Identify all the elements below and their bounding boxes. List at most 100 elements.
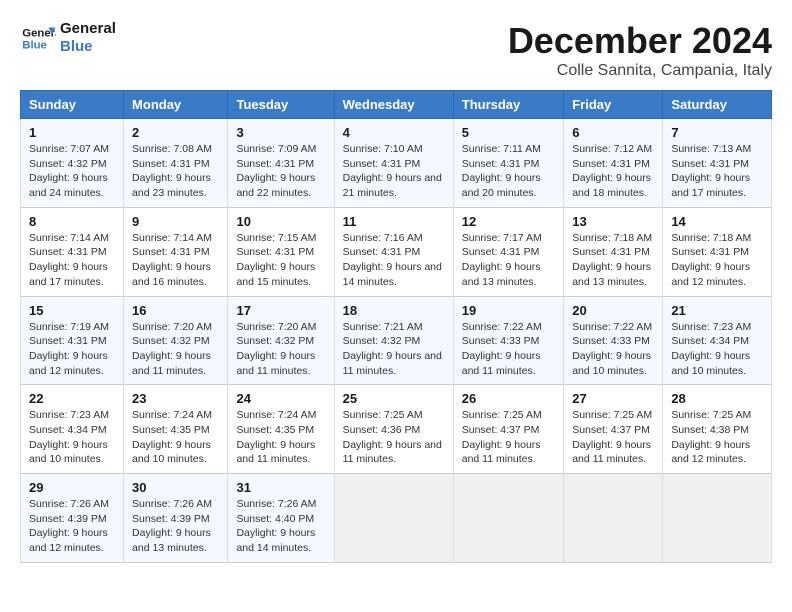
day-info: Sunrise: 7:25 AMSunset: 4:38 PMDaylight:… (671, 408, 763, 467)
day-number: 18 (343, 303, 445, 318)
calendar-cell: 23 Sunrise: 7:24 AMSunset: 4:35 PMDayligh… (124, 385, 228, 474)
calendar-cell: 4 Sunrise: 7:10 AMSunset: 4:31 PMDaylight… (334, 119, 453, 208)
day-info: Sunrise: 7:07 AMSunset: 4:32 PMDaylight:… (29, 142, 115, 201)
calendar-cell: 3 Sunrise: 7:09 AMSunset: 4:31 PMDaylight… (228, 119, 334, 208)
day-number: 27 (572, 391, 654, 406)
calendar-cell: 8 Sunrise: 7:14 AMSunset: 4:31 PMDaylight… (21, 207, 124, 296)
week-row-5: 29 Sunrise: 7:26 AMSunset: 4:39 PMDayligh… (21, 474, 772, 563)
logo-icon: General Blue (20, 24, 56, 52)
calendar-cell: 21 Sunrise: 7:23 AMSunset: 4:34 PMDayligh… (663, 296, 772, 385)
day-info: Sunrise: 7:20 AMSunset: 4:32 PMDaylight:… (236, 320, 325, 379)
calendar-table: SundayMondayTuesdayWednesdayThursdayFrid… (20, 90, 772, 563)
day-number: 4 (343, 125, 445, 140)
day-number: 8 (29, 214, 115, 229)
location-title: Colle Sannita, Campania, Italy (508, 62, 772, 80)
calendar-cell (564, 474, 663, 563)
calendar-cell: 9 Sunrise: 7:14 AMSunset: 4:31 PMDaylight… (124, 207, 228, 296)
weekday-header-saturday: Saturday (663, 91, 772, 119)
day-info: Sunrise: 7:10 AMSunset: 4:31 PMDaylight:… (343, 142, 445, 201)
day-info: Sunrise: 7:09 AMSunset: 4:31 PMDaylight:… (236, 142, 325, 201)
day-number: 20 (572, 303, 654, 318)
day-info: Sunrise: 7:18 AMSunset: 4:31 PMDaylight:… (572, 231, 654, 290)
weekday-header-thursday: Thursday (453, 91, 563, 119)
day-info: Sunrise: 7:18 AMSunset: 4:31 PMDaylight:… (671, 231, 763, 290)
calendar-cell: 7Sunrise: 7:13 AMSunset: 4:31 PMDaylight… (663, 119, 772, 208)
day-number: 30 (132, 480, 219, 495)
calendar-cell: 13Sunrise: 7:18 AMSunset: 4:31 PMDayligh… (564, 207, 663, 296)
calendar-cell (663, 474, 772, 563)
calendar-cell: 2Sunrise: 7:08 AMSunset: 4:31 PMDaylight… (124, 119, 228, 208)
calendar-cell: 5 Sunrise: 7:11 AMSunset: 4:31 PMDaylight… (453, 119, 563, 208)
day-info: Sunrise: 7:13 AMSunset: 4:31 PMDaylight:… (671, 142, 763, 201)
day-number: 29 (29, 480, 115, 495)
calendar-cell: 31Sunrise: 7:26 AMSunset: 4:40 PMDayligh… (228, 474, 334, 563)
day-info: Sunrise: 7:23 AMSunset: 4:34 PMDaylight:… (671, 320, 763, 379)
weekday-header-sunday: Sunday (21, 91, 124, 119)
day-info: Sunrise: 7:25 AMSunset: 4:37 PMDaylight:… (572, 408, 654, 467)
calendar-cell: 11Sunrise: 7:16 AMSunset: 4:31 PMDayligh… (334, 207, 453, 296)
calendar-cell: 20 Sunrise: 7:22 AMSunset: 4:33 PMDayligh… (564, 296, 663, 385)
week-row-1: 1Sunrise: 7:07 AMSunset: 4:32 PMDaylight… (21, 119, 772, 208)
day-info: Sunrise: 7:12 AMSunset: 4:31 PMDaylight:… (572, 142, 654, 201)
day-number: 6 (572, 125, 654, 140)
day-info: Sunrise: 7:24 AMSunset: 4:35 PMDaylight:… (132, 408, 219, 467)
calendar-cell: 10 Sunrise: 7:15 AMSunset: 4:31 PMDayligh… (228, 207, 334, 296)
day-info: Sunrise: 7:11 AMSunset: 4:31 PMDaylight:… (462, 142, 555, 201)
day-number: 23 (132, 391, 219, 406)
day-number: 14 (671, 214, 763, 229)
day-number: 22 (29, 391, 115, 406)
logo-blue: Blue (60, 38, 116, 56)
day-info: Sunrise: 7:15 AMSunset: 4:31 PMDaylight:… (236, 231, 325, 290)
day-number: 15 (29, 303, 115, 318)
weekday-header-tuesday: Tuesday (228, 91, 334, 119)
title-area: December 2024 Colle Sannita, Campania, I… (508, 20, 772, 80)
svg-text:Blue: Blue (22, 40, 47, 52)
calendar-cell: 12 Sunrise: 7:17 AMSunset: 4:31 PMDayligh… (453, 207, 563, 296)
day-info: Sunrise: 7:26 AMSunset: 4:40 PMDaylight:… (236, 497, 325, 556)
week-row-2: 8 Sunrise: 7:14 AMSunset: 4:31 PMDaylight… (21, 207, 772, 296)
day-info: Sunrise: 7:26 AMSunset: 4:39 PMDaylight:… (29, 497, 115, 556)
day-number: 10 (236, 214, 325, 229)
day-info: Sunrise: 7:14 AMSunset: 4:31 PMDaylight:… (29, 231, 115, 290)
calendar-cell: 6 Sunrise: 7:12 AMSunset: 4:31 PMDaylight… (564, 119, 663, 208)
calendar-cell: 28 Sunrise: 7:25 AMSunset: 4:38 PMDayligh… (663, 385, 772, 474)
weekday-header-wednesday: Wednesday (334, 91, 453, 119)
logo: General Blue General Blue (20, 20, 116, 56)
weekday-header-monday: Monday (124, 91, 228, 119)
calendar-cell: 15 Sunrise: 7:19 AMSunset: 4:31 PMDayligh… (21, 296, 124, 385)
day-info: Sunrise: 7:25 AMSunset: 4:37 PMDaylight:… (462, 408, 555, 467)
day-info: Sunrise: 7:25 AMSunset: 4:36 PMDaylight:… (343, 408, 445, 467)
day-number: 19 (462, 303, 555, 318)
day-number: 21 (671, 303, 763, 318)
calendar-cell: 18 Sunrise: 7:21 AMSunset: 4:32 PMDayligh… (334, 296, 453, 385)
day-number: 17 (236, 303, 325, 318)
calendar-cell: 25 Sunrise: 7:25 AMSunset: 4:36 PMDayligh… (334, 385, 453, 474)
calendar-cell: 27 Sunrise: 7:25 AMSunset: 4:37 PMDayligh… (564, 385, 663, 474)
day-info: Sunrise: 7:21 AMSunset: 4:32 PMDaylight:… (343, 320, 445, 379)
day-number: 3 (236, 125, 325, 140)
day-info: Sunrise: 7:24 AMSunset: 4:35 PMDaylight:… (236, 408, 325, 467)
day-number: 9 (132, 214, 219, 229)
day-info: Sunrise: 7:26 AMSunset: 4:39 PMDaylight:… (132, 497, 219, 556)
day-number: 11 (343, 214, 445, 229)
week-row-4: 22Sunrise: 7:23 AMSunset: 4:34 PMDayligh… (21, 385, 772, 474)
day-info: Sunrise: 7:19 AMSunset: 4:31 PMDaylight:… (29, 320, 115, 379)
calendar-cell: 17 Sunrise: 7:20 AMSunset: 4:32 PMDayligh… (228, 296, 334, 385)
day-number: 25 (343, 391, 445, 406)
day-info: Sunrise: 7:14 AMSunset: 4:31 PMDaylight:… (132, 231, 219, 290)
day-number: 12 (462, 214, 555, 229)
day-info: Sunrise: 7:22 AMSunset: 4:33 PMDaylight:… (462, 320, 555, 379)
calendar-cell: 30 Sunrise: 7:26 AMSunset: 4:39 PMDayligh… (124, 474, 228, 563)
day-info: Sunrise: 7:22 AMSunset: 4:33 PMDaylight:… (572, 320, 654, 379)
week-row-3: 15 Sunrise: 7:19 AMSunset: 4:31 PMDayligh… (21, 296, 772, 385)
day-info: Sunrise: 7:17 AMSunset: 4:31 PMDaylight:… (462, 231, 555, 290)
day-number: 28 (671, 391, 763, 406)
month-title: December 2024 (508, 20, 772, 62)
day-number: 24 (236, 391, 325, 406)
day-number: 5 (462, 125, 555, 140)
logo-general: General (60, 20, 116, 38)
day-info: Sunrise: 7:08 AMSunset: 4:31 PMDaylight:… (132, 142, 219, 201)
day-info: Sunrise: 7:20 AMSunset: 4:32 PMDaylight:… (132, 320, 219, 379)
calendar-cell (334, 474, 453, 563)
day-number: 26 (462, 391, 555, 406)
